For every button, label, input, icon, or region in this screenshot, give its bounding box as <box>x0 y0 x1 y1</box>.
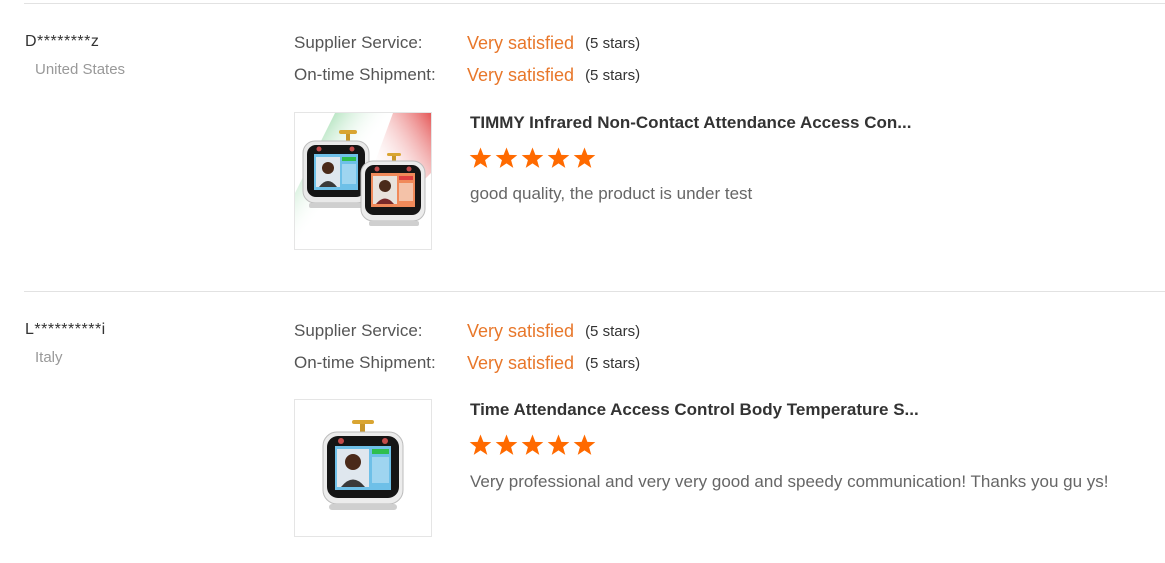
supplier-service-row: Supplier Service: Very satisfied (5 star… <box>294 320 640 342</box>
divider-middle <box>24 291 1165 292</box>
supplier-service-value: Very satisfied <box>467 320 575 341</box>
ontime-shipment-stars: (5 stars) <box>585 66 641 84</box>
star-icon <box>573 147 596 168</box>
attendance-device-image <box>322 420 404 510</box>
buyer-name: D********z <box>25 33 100 50</box>
ontime-shipment-row: On-time Shipment: Very satisfied (5 star… <box>294 64 640 86</box>
ontime-shipment-label: On-time Shipment: <box>294 353 436 372</box>
buyer-country: Italy <box>35 349 63 366</box>
star-icon <box>547 434 570 455</box>
star-icon <box>469 434 492 455</box>
supplier-service-label: Supplier Service: <box>294 33 423 52</box>
star-icon <box>495 147 518 168</box>
ontime-shipment-label: On-time Shipment: <box>294 65 436 84</box>
product-title-link[interactable]: Time Attendance Access Control Body Temp… <box>470 400 919 420</box>
star-icon <box>521 147 544 168</box>
ontime-shipment-row: On-time Shipment: Very satisfied (5 star… <box>294 352 640 374</box>
star-icon <box>469 147 492 168</box>
product-image[interactable] <box>294 112 432 250</box>
star-icon <box>547 147 570 168</box>
supplier-service-stars: (5 stars) <box>585 322 641 340</box>
attendance-device-pair-image <box>295 113 431 249</box>
ontime-shipment-value: Very satisfied <box>467 352 575 373</box>
buyer-name: L**********i <box>25 321 106 338</box>
star-icon <box>495 434 518 455</box>
buyer-country: United States <box>35 61 126 78</box>
rating-stars <box>469 434 596 456</box>
reviews-page: D********z United States Supplier Servic… <box>0 0 1165 563</box>
star-icon <box>573 434 596 455</box>
ontime-shipment-stars: (5 stars) <box>585 354 641 372</box>
supplier-service-value: Very satisfied <box>467 32 575 53</box>
divider-top <box>24 3 1165 4</box>
star-icon <box>521 434 544 455</box>
review-comment: good quality, the product is under test <box>470 184 753 203</box>
ontime-shipment-value: Very satisfied <box>467 64 575 85</box>
supplier-service-label: Supplier Service: <box>294 321 423 340</box>
supplier-service-stars: (5 stars) <box>585 34 641 52</box>
product-image[interactable] <box>294 399 432 537</box>
review-comment: Very professional and very very good and… <box>470 472 1109 491</box>
product-title-link[interactable]: TIMMY Infrared Non-Contact Attendance Ac… <box>470 113 911 133</box>
rating-stars <box>469 147 596 169</box>
supplier-service-row: Supplier Service: Very satisfied (5 star… <box>294 32 640 54</box>
